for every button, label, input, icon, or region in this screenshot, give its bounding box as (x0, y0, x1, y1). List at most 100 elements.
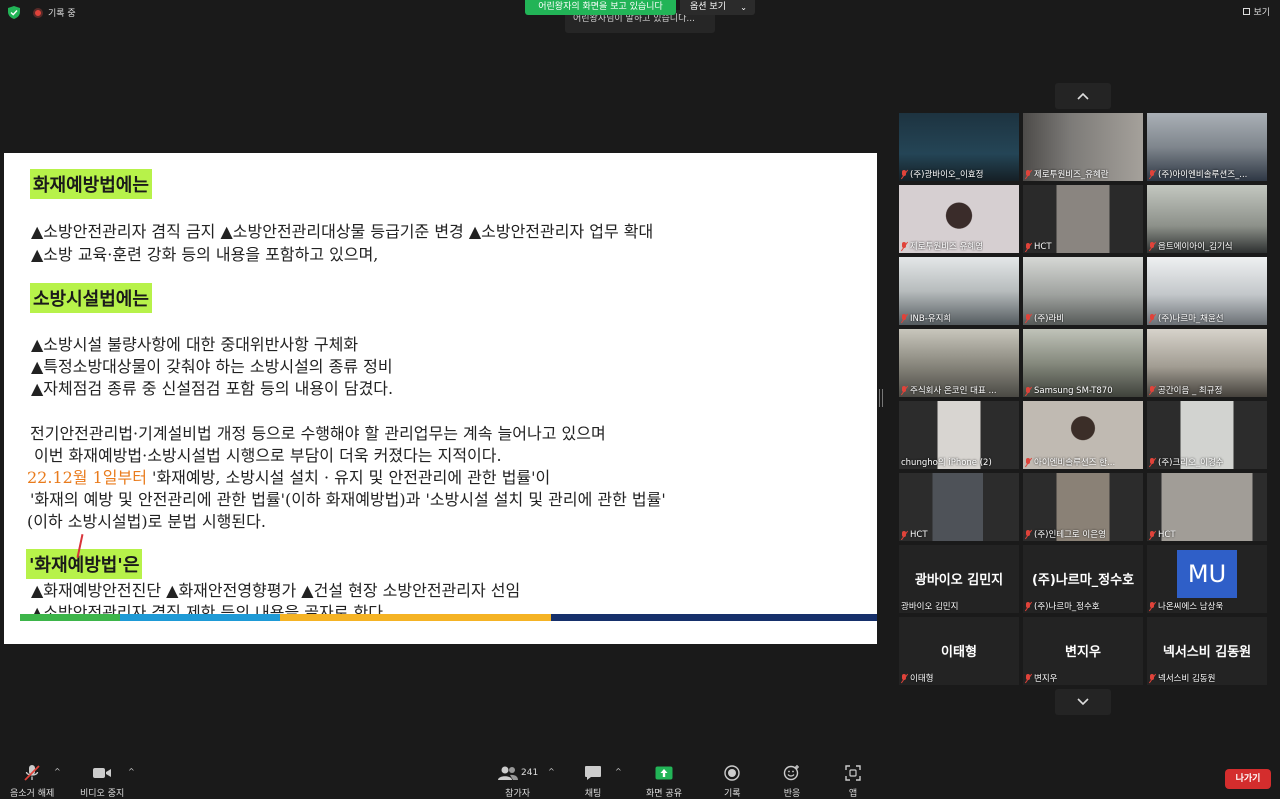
reactions-button[interactable]: 반응 (783, 763, 801, 799)
view-options-label: 옵션 보기 (690, 2, 726, 12)
mic-muted-icon (1149, 241, 1156, 251)
participant-tile[interactable]: 제로투원비즈 유혜영 (899, 185, 1019, 253)
mic-muted-icon (901, 241, 908, 251)
participant-name: 광바이오 김민지 (901, 602, 959, 612)
participant-name: 변지우 (1025, 672, 1057, 684)
slide-text: '화재예방, 소방시설 설치 · 유지 및 안전관리에 관한 법률'이 (152, 468, 551, 487)
recording-label: 기록 중 (48, 9, 76, 19)
mic-muted-icon (1149, 457, 1156, 467)
participant-tile[interactable]: (주)나르마_정수호 (주)나르마_정수호 (1023, 545, 1143, 613)
participant-tile[interactable]: MU 나온씨에스 남상욱 (1147, 545, 1267, 613)
mic-muted-icon (1025, 169, 1032, 179)
slide-text: 22.12월 1일부터 '화재예방, 소방시설 설치 · 유지 및 안전관리에 … (27, 464, 550, 488)
avatar: MU (1177, 550, 1237, 598)
participant-tile[interactable]: (주)광바이오_이효정 (899, 113, 1019, 181)
participant-name: 제로투원비즈 유혜영 (901, 240, 983, 252)
slide-text: ▲화재예방안전진단 ▲화재안전영향평가 ▲건설 현장 소방안전관리자 선임 (31, 581, 521, 600)
participant-tile[interactable]: HCT (1147, 473, 1267, 541)
participant-name: HCT (901, 530, 928, 540)
participants-options-caret[interactable]: ^ (548, 767, 555, 776)
view-button[interactable]: 보기 (1243, 5, 1270, 18)
audio-options-caret[interactable]: ^ (54, 767, 61, 776)
participant-tile[interactable]: chungho의 iPhone (2) (899, 401, 1019, 469)
participant-tile[interactable]: 주식회사 온코인 대표 ... (899, 329, 1019, 397)
recording-indicator[interactable]: 기록 중 (33, 6, 76, 19)
participant-display-name: 광바이오 김민지 (914, 573, 1004, 588)
shared-screen-slide: 화재예방법에는 ▲소방안전관리자 겸직 금지 ▲소방안전관리대상물 등급기준 변… (4, 153, 877, 644)
participant-name: (주)라비 (1025, 312, 1064, 324)
participant-tile[interactable]: Samsung SM-T870 (1023, 329, 1143, 397)
participant-name: (주)광바이오_이효정 (901, 168, 983, 180)
participant-name: 공간이음 _ 최규정 (1149, 384, 1222, 396)
slide-heading-2: 소방시설법에는 (30, 283, 152, 313)
participant-tile[interactable]: 옵트에이아이_김기식 (1147, 185, 1267, 253)
chat-options-caret[interactable]: ^ (615, 767, 622, 776)
participant-tile[interactable]: (주)라비 (1023, 257, 1143, 325)
mic-muted-icon (1025, 601, 1032, 611)
participants-button[interactable]: 241 참가자 (497, 763, 538, 799)
slide-text: '화재의 예방 및 안전관리에 관한 법률'(이하 화재예방법)과 '소방시설 … (30, 490, 666, 509)
participant-tile[interactable]: 변지우 변지우 (1023, 617, 1143, 685)
participant-tile[interactable]: HCT (899, 473, 1019, 541)
apps-button[interactable]: 앱 (845, 763, 861, 799)
mic-muted-icon (1025, 386, 1032, 396)
participant-tile[interactable]: 이태형 이태형 (899, 617, 1019, 685)
participant-tile[interactable]: INB-유지희 (899, 257, 1019, 325)
chat-button[interactable]: 채팅 (584, 763, 602, 799)
participant-name: 아이엔비솔루션즈 한... (1025, 456, 1115, 468)
footer-bar-blue (120, 614, 280, 621)
participant-name: 나온씨에스 남상욱 (1149, 600, 1223, 612)
share-screen-button[interactable]: 화면 공유 (646, 763, 682, 799)
unmute-label: 음소거 해제 (10, 789, 55, 799)
participant-tile[interactable]: 넥서스비 김동원 넥서스비 김동원 (1147, 617, 1267, 685)
participant-tile[interactable]: HCT (1023, 185, 1143, 253)
panel-splitter[interactable] (879, 389, 883, 407)
participant-display-name: (주)나르마_정수호 (1031, 573, 1135, 588)
participant-name: (주)나르마_채윤선 (1149, 312, 1224, 324)
participant-tile[interactable]: (주)아이엔비솔루션즈_... (1147, 113, 1267, 181)
mic-muted-icon (1025, 457, 1032, 467)
video-options-caret[interactable]: ^ (128, 767, 135, 776)
chevron-down-icon: ⌄ (740, 3, 747, 12)
chevron-down-icon (1077, 698, 1089, 706)
grid-icon (1243, 8, 1251, 15)
view-options-button[interactable]: 옵션 보기 ⌄ (680, 0, 755, 15)
participant-tile[interactable]: 아이엔비솔루션즈 한... (1023, 401, 1143, 469)
record-label: 기록 (724, 789, 741, 799)
participants-label: 참가자 (505, 789, 531, 799)
participant-name: (주)크리오_이경수 (1149, 456, 1224, 468)
mic-muted-icon (1149, 169, 1156, 179)
gallery-scroll-down-button[interactable] (1055, 689, 1111, 715)
slide-heading-3: '화재예방법'은 (26, 549, 143, 579)
zoom-meeting-window: 기록 중 어린왕자님이 말하고 있습니다... 어린왕자의 화면을 보고 있습니… (0, 0, 1280, 799)
reactions-label: 반응 (783, 789, 801, 799)
participant-name: HCT (1149, 530, 1176, 540)
mic-muted-icon (1149, 673, 1156, 683)
top-bar: 기록 중 어린왕자님이 말하고 있습니다... 어린왕자의 화면을 보고 있습니… (0, 0, 1280, 33)
leave-button[interactable]: 나가기 (1225, 769, 1271, 789)
gallery-scroll-up-button[interactable] (1055, 83, 1111, 109)
participant-tile[interactable]: 광바이오 김민지 광바이오 김민지 (899, 545, 1019, 613)
stop-video-button[interactable]: 비디오 중지 (80, 763, 124, 799)
participant-name: 옵트에이아이_김기식 (1149, 240, 1233, 252)
shield-icon[interactable] (8, 6, 20, 19)
participant-tile[interactable]: 공간이음 _ 최규정 (1147, 329, 1267, 397)
slide-text: ▲특정소방대상물이 갖춰야 하는 소방시설의 종류 정비 (31, 357, 393, 376)
mic-muted-icon (901, 385, 908, 395)
participant-tile[interactable]: (주)나르마_채윤선 (1147, 257, 1267, 325)
stop-video-label: 비디오 중지 (80, 789, 125, 799)
mic-muted-icon (1025, 313, 1032, 323)
participant-tile[interactable]: 제로투원비즈_유혜란 (1023, 113, 1143, 181)
participant-name: (주)인테그로 이은영 (1025, 528, 1106, 540)
participant-display-name: 이태형 (941, 645, 977, 660)
footer-bar-green (20, 614, 120, 621)
participant-name: (주)아이엔비솔루션즈_... (1149, 168, 1247, 180)
participant-tile[interactable]: (주)크리오_이경수 (1147, 401, 1267, 469)
record-button[interactable]: 기록 (724, 763, 741, 799)
participants-icon (498, 766, 518, 780)
mic-muted-icon (23, 763, 41, 783)
unmute-button[interactable]: 음소거 해제 (10, 763, 54, 799)
participant-name: INB-유지희 (901, 312, 951, 324)
participant-tile[interactable]: (주)인테그로 이은영 (1023, 473, 1143, 541)
mic-muted-icon (901, 673, 908, 683)
